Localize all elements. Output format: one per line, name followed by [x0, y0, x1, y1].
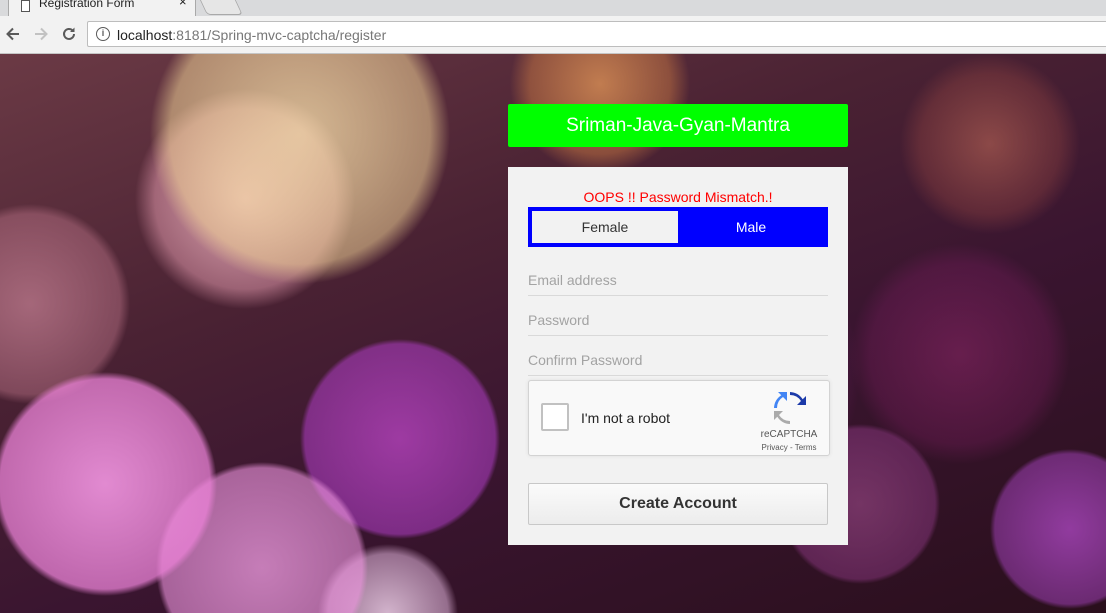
- page-background: Sriman-Java-Gyan-Mantra OOPS !! Password…: [0, 54, 1106, 613]
- password-field[interactable]: [528, 305, 828, 336]
- registration-form: OOPS !! Password Mismatch.! Female Male …: [508, 167, 848, 545]
- browser-tab-strip: Registration Form ×: [0, 0, 1106, 16]
- url-host: localhost: [117, 27, 173, 43]
- recaptcha-logo-icon: [773, 391, 807, 425]
- recaptcha-label: I'm not a robot: [581, 410, 671, 426]
- browser-tab[interactable]: Registration Form ×: [8, 0, 196, 16]
- gender-male-option[interactable]: Male: [678, 211, 824, 243]
- back-icon[interactable]: [3, 24, 23, 44]
- browser-toolbar: i localhost:8181/Spring-mvc-captcha/regi…: [0, 16, 1106, 54]
- email-field[interactable]: [528, 265, 828, 296]
- tab-title: Registration Form: [39, 0, 135, 10]
- create-account-button[interactable]: Create Account: [528, 483, 828, 525]
- recaptcha-checkbox[interactable]: [541, 403, 569, 431]
- info-icon[interactable]: i: [96, 27, 110, 41]
- gender-female-option[interactable]: Female: [532, 211, 678, 243]
- forward-icon[interactable]: [31, 24, 51, 44]
- page-icon: [21, 0, 30, 12]
- url-path: :8181/Spring-mvc-captcha/register: [172, 27, 387, 43]
- new-tab-button[interactable]: [197, 0, 243, 15]
- brand-title: Sriman-Java-Gyan-Mantra: [508, 104, 848, 147]
- error-message: OOPS !! Password Mismatch.!: [583, 189, 773, 205]
- close-icon[interactable]: ×: [179, 0, 187, 9]
- url-text: localhost:8181/Spring-mvc-captcha/regist…: [117, 27, 386, 43]
- recaptcha-brand: reCAPTCHA: [760, 429, 818, 440]
- confirm-password-field[interactable]: [528, 345, 828, 376]
- recaptcha-widget: I'm not a robot reCAPTCHA Privacy - Term…: [528, 380, 830, 456]
- recaptcha-terms-link[interactable]: Privacy - Terms: [749, 443, 829, 453]
- gender-toggle: Female Male: [528, 207, 828, 247]
- reload-icon[interactable]: [59, 24, 79, 44]
- address-bar[interactable]: i localhost:8181/Spring-mvc-captcha/regi…: [87, 21, 1106, 47]
